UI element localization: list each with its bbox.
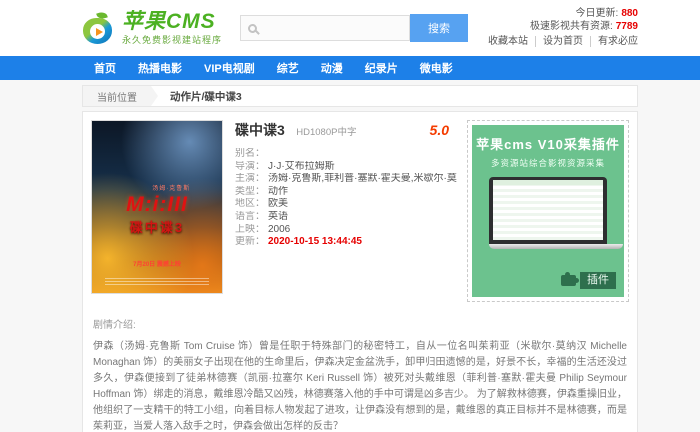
poster-actor-name: 汤姆·克鲁斯 (92, 183, 222, 192)
stat-total: 极速影视共有资源:7789 (481, 20, 638, 33)
search-button[interactable]: 搜索 (410, 14, 468, 42)
field-director: 导演：J·J·艾布拉姆斯 (235, 161, 457, 174)
main-nav: 首页 热播电影 VIP电视剧 综艺 动漫 纪录片 微电影 (0, 56, 700, 80)
poster-release-date: 7月20日 震撼上映 (92, 259, 222, 268)
play-icon (96, 28, 103, 36)
field-updated: 更新：2020-10-15 13:44:45 (235, 236, 457, 249)
stat-today-value: 880 (621, 8, 638, 19)
stat-total-value: 7789 (616, 21, 638, 32)
link-bookmark[interactable]: 收藏本站 (481, 36, 536, 47)
field-year: 上映：2006 (235, 224, 457, 237)
site-title: 苹果CMS (122, 11, 222, 32)
ad-banner[interactable]: 苹果cms V10采集插件 多资源站综合影视资源采集 插件 (467, 120, 629, 302)
nav-item-anime[interactable]: 动漫 (310, 60, 354, 76)
link-request[interactable]: 有求必应 (591, 36, 638, 47)
nav-item-vip-tv[interactable]: VIP电视剧 (193, 60, 266, 76)
search-icon (248, 24, 257, 33)
poster-credits-block (105, 278, 209, 286)
nav-item-variety[interactable]: 综艺 (266, 60, 310, 76)
nav-item-micro-movie[interactable]: 微电影 (409, 60, 464, 76)
header: 苹果CMS 永久免费影视建站程序 搜索 今日更新:880 极速影视共有资源:77… (0, 0, 700, 56)
field-region: 地区：欧美 (235, 198, 457, 211)
search-input[interactable] (257, 22, 409, 34)
movie-info: 5.0 碟中谍3 HD1080P中字 别名： 导演：J·J·艾布拉姆斯 主演：汤… (223, 120, 467, 302)
poster-title-en: M:i:III (92, 193, 222, 217)
laptop-image (489, 177, 607, 249)
movie-quality-badge: HD1080P中字 (296, 127, 356, 138)
movie-rating: 5.0 (430, 122, 457, 138)
nav-item-documentary[interactable]: 纪录片 (354, 60, 409, 76)
nav-item-hot-movies[interactable]: 热播电影 (127, 60, 193, 76)
stat-today: 今日更新:880 (481, 7, 638, 20)
synopsis-text: 伊森（汤姆·克鲁斯 Tom Cruise 饰）曾是任职于特殊部门的秘密特工，自从… (93, 339, 627, 432)
poster-title-cn: 碟中谍3 (92, 217, 222, 236)
movie-title: 碟中谍3 (235, 122, 285, 138)
main-content: 汤姆·克鲁斯 M:i:III 碟中谍3 7月20日 震撼上映 5.0 碟中谍3 … (82, 111, 638, 432)
breadcrumb-path[interactable]: 动作片/碟中谍3 (170, 89, 242, 104)
puzzle-icon (561, 275, 576, 286)
site-slogan: 永久免费影视建站程序 (122, 33, 222, 46)
field-alias: 别名： (235, 148, 457, 161)
synopsis-section: 剧情介绍: 伊森（汤姆·克鲁斯 Tom Cruise 饰）曾是任职于特殊部门的秘… (91, 302, 629, 432)
ad-subtitle: 多资源站综合影视资源采集 (472, 157, 624, 169)
nav-item-home[interactable]: 首页 (82, 60, 127, 76)
movie-poster[interactable]: 汤姆·克鲁斯 M:i:III 碟中谍3 7月20日 震撼上映 (91, 120, 223, 294)
breadcrumb: 当前位置 动作片/碟中谍3 (82, 85, 638, 107)
field-cast: 主演：汤姆·克鲁斯,菲利普·塞默·霍夫曼,米歇尔·莫纳汉,乔纳森·莱斯·梅耶 (235, 173, 457, 186)
search-box[interactable] (240, 15, 410, 41)
field-genre: 类型：动作 (235, 186, 457, 199)
site-logo[interactable]: 苹果CMS 永久免费影视建站程序 (82, 11, 222, 46)
site-stats: 今日更新:880 极速影视共有资源:7789 收藏本站设为首页有求必应 (481, 7, 638, 49)
link-homepage[interactable]: 设为首页 (536, 36, 591, 47)
ad-plugin-badge: 插件 (561, 272, 616, 289)
quick-links: 收藏本站设为首页有求必应 (481, 34, 638, 49)
search-bar: 搜索 (240, 14, 468, 42)
breadcrumb-arrow-icon (151, 86, 158, 106)
breadcrumb-label: 当前位置 (83, 86, 151, 106)
synopsis-label: 剧情介绍: (93, 316, 627, 331)
ad-badge-label: 插件 (580, 272, 616, 289)
field-language: 语言：英语 (235, 211, 457, 224)
ad-title: 苹果cms V10采集插件 (472, 134, 624, 153)
apple-logo-icon (82, 11, 116, 45)
